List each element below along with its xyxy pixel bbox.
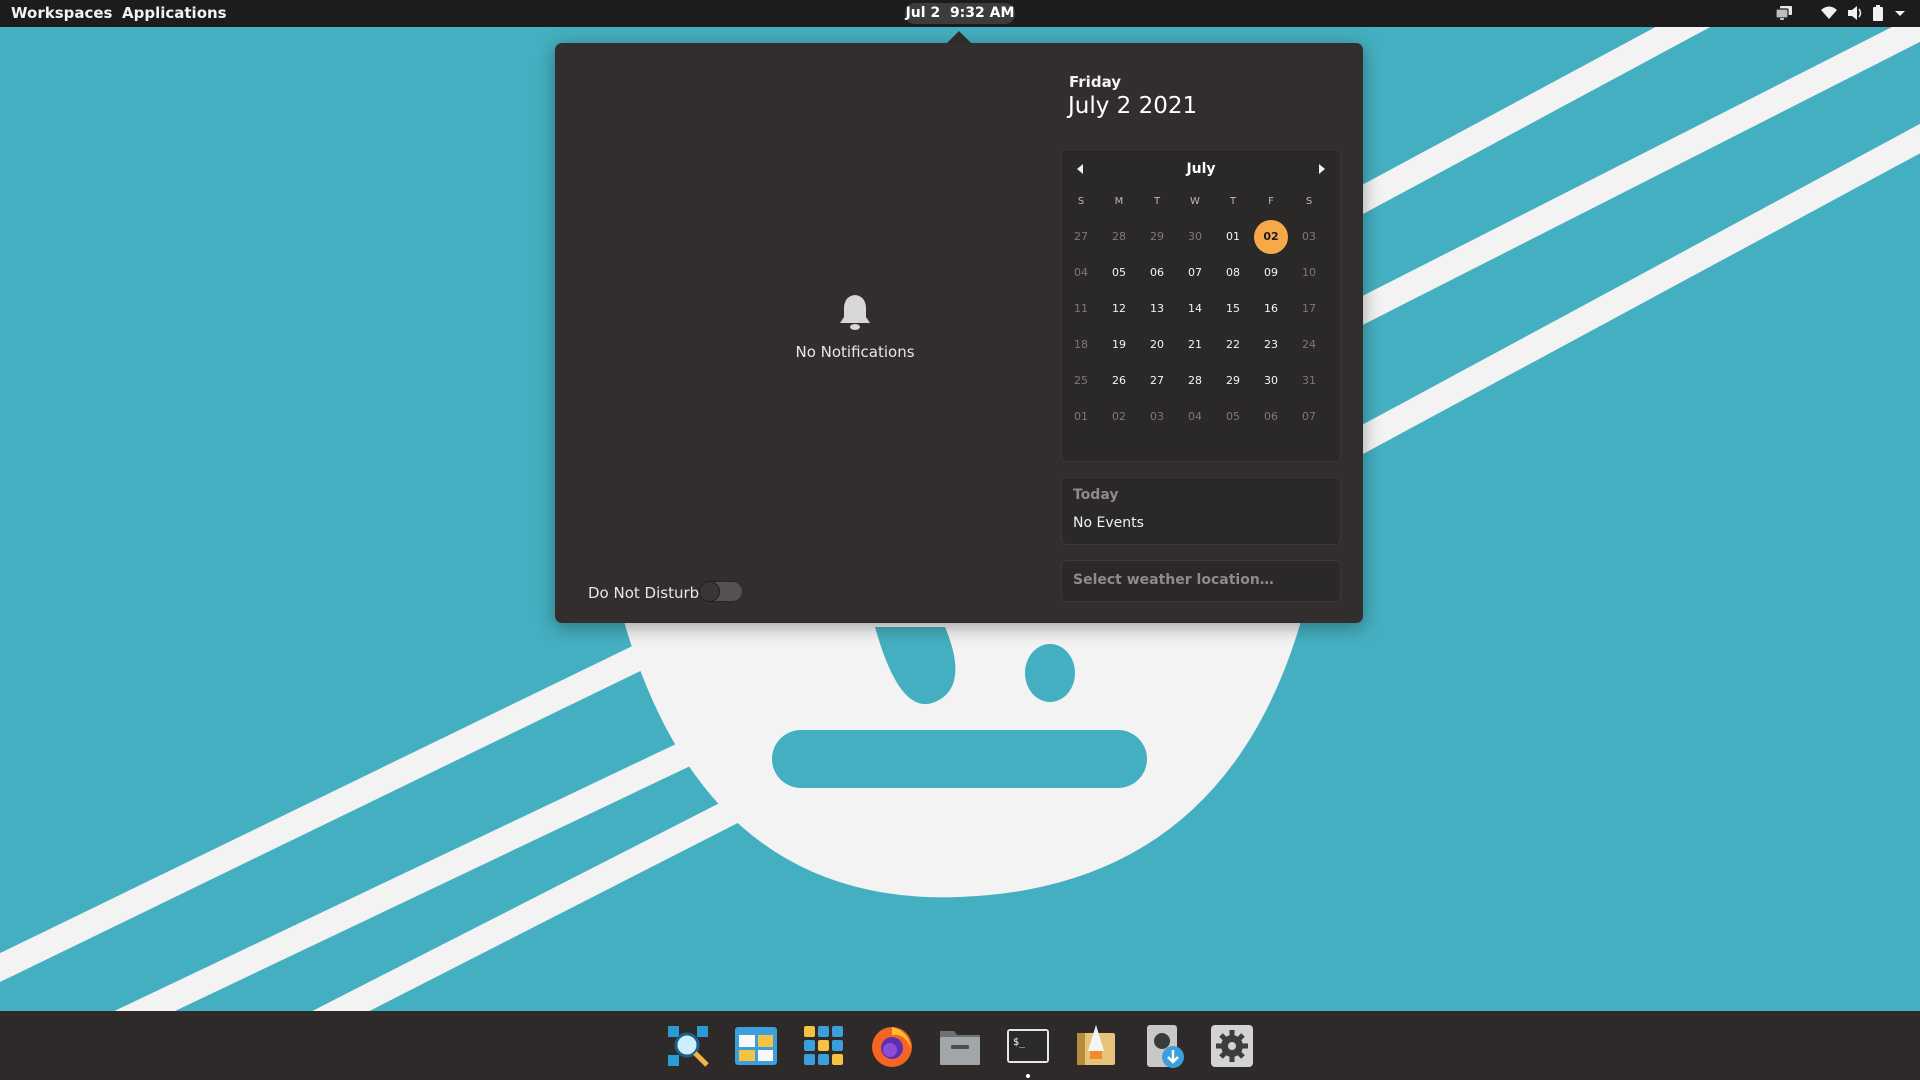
weather-location-button[interactable]: Select weather location… [1061, 560, 1341, 602]
calendar-day[interactable]: 22 [1216, 328, 1250, 362]
calendar-day[interactable]: 29 [1140, 220, 1174, 254]
applications-menu-button[interactable]: Applications [122, 4, 227, 22]
weekday-header: S [1305, 196, 1313, 207]
calendar-day[interactable]: 30 [1178, 220, 1212, 254]
running-indicator [1026, 1074, 1030, 1078]
calendar-day[interactable]: 02 [1102, 400, 1136, 434]
multitasking-view-icon[interactable] [733, 1023, 779, 1069]
date-full: July 2 2021 [1068, 93, 1198, 119]
installer-icon[interactable] [1141, 1023, 1187, 1069]
calendar-day-selected[interactable]: 02 [1254, 220, 1288, 254]
weekday-header: S [1077, 196, 1085, 207]
no-notifications-text: No Notifications [795, 343, 915, 361]
clock-date: Jul 2 [905, 5, 941, 21]
weekday-header: M [1114, 196, 1124, 207]
calendar-day[interactable]: 30 [1254, 364, 1288, 398]
calendar-day[interactable]: 23 [1254, 328, 1288, 362]
calendar-day[interactable]: 20 [1140, 328, 1174, 362]
weekday-header: T [1229, 196, 1237, 207]
workspaces-button[interactable]: Workspaces [11, 4, 112, 22]
do-not-disturb-switch[interactable] [699, 581, 743, 602]
applications-grid-icon[interactable] [801, 1023, 847, 1069]
bell-icon [840, 295, 870, 330]
firefox-icon[interactable] [869, 1023, 915, 1069]
weather-location-label: Select weather location… [1073, 572, 1274, 588]
calendar-day[interactable]: 07 [1292, 400, 1326, 434]
calendar-day[interactable]: 13 [1140, 292, 1174, 326]
no-events-text: No Events [1073, 515, 1144, 531]
calendar-day[interactable]: 21 [1178, 328, 1212, 362]
calendar-day[interactable]: 03 [1292, 220, 1326, 254]
calendar-day[interactable]: 07 [1178, 256, 1212, 290]
date-weekday: Friday [1069, 73, 1122, 91]
calendar-day[interactable]: 24 [1292, 328, 1326, 362]
calendar-day[interactable]: 15 [1216, 292, 1250, 326]
weekday-header: F [1268, 196, 1274, 207]
calendar-day[interactable]: 04 [1064, 256, 1098, 290]
dock: $_ [0, 1011, 1920, 1080]
calendar-day[interactable]: 10 [1292, 256, 1326, 290]
calendar-day[interactable]: 11 [1064, 292, 1098, 326]
calendar-day[interactable]: 01 [1064, 400, 1098, 434]
popover-pointer [947, 31, 971, 43]
calendar-day[interactable]: 06 [1140, 256, 1174, 290]
calendar-day[interactable]: 12 [1102, 292, 1136, 326]
code-editor-icon[interactable] [1073, 1023, 1119, 1069]
top-panel: Workspaces Applications Jul 2 9:32 AM [0, 0, 1920, 27]
calendar-day[interactable]: 14 [1178, 292, 1212, 326]
calendar-day[interactable]: 28 [1102, 220, 1136, 254]
calendar-day[interactable]: 01 [1216, 220, 1250, 254]
appcenter-search-icon[interactable] [665, 1023, 711, 1069]
next-month-icon[interactable] [1313, 161, 1329, 177]
volume-icon[interactable] [1847, 5, 1865, 21]
battery-icon[interactable] [1872, 5, 1884, 21]
clock-time: 9:32 AM [949, 5, 1015, 21]
calendar-day[interactable]: 03 [1140, 400, 1174, 434]
calendar-day[interactable]: 29 [1216, 364, 1250, 398]
calendar-day[interactable]: 05 [1102, 256, 1136, 290]
calendar-day[interactable]: 17 [1292, 292, 1326, 326]
system-settings-icon[interactable] [1209, 1023, 1255, 1069]
weekday-header: W [1190, 196, 1200, 207]
datetime-notifications-popover: No Notifications Do Not Disturb Friday J… [555, 43, 1363, 623]
calendar-day[interactable]: 04 [1178, 400, 1212, 434]
calendar-day[interactable]: 27 [1064, 220, 1098, 254]
calendar-day[interactable]: 26 [1102, 364, 1136, 398]
display-icon[interactable] [1775, 5, 1793, 21]
calendar-day[interactable]: 31 [1292, 364, 1326, 398]
calendar-day[interactable]: 28 [1178, 364, 1212, 398]
switch-knob [700, 582, 719, 601]
calendar-month-label: July [1186, 161, 1216, 177]
svg-text:$_: $_ [1013, 1037, 1026, 1048]
do-not-disturb-label: Do Not Disturb [588, 584, 700, 602]
calendar-day[interactable]: 19 [1102, 328, 1136, 362]
notifications-placeholder: No Notifications [715, 293, 995, 361]
calendar: July S M T W T F S 27 28 29 30 01 02 03 04 05 06 07 08 09 10… [1061, 149, 1341, 462]
calendar-day[interactable]: 25 [1064, 364, 1098, 398]
terminal-icon[interactable]: $_ [1005, 1023, 1051, 1069]
wifi-icon[interactable] [1820, 5, 1838, 21]
calendar-day[interactable]: 18 [1064, 328, 1098, 362]
calendar-day[interactable]: 09 [1254, 256, 1288, 290]
calendar-day[interactable]: 06 [1254, 400, 1288, 434]
clock-indicator[interactable]: Jul 2 9:32 AM [905, 3, 1015, 24]
files-icon[interactable] [937, 1023, 983, 1069]
calendar-day[interactable]: 27 [1140, 364, 1174, 398]
events-panel: Today No Events [1061, 477, 1341, 545]
weekday-header: T [1153, 196, 1161, 207]
calendar-day[interactable]: 16 [1254, 292, 1288, 326]
calendar-day[interactable]: 05 [1216, 400, 1250, 434]
chevron-down-icon[interactable] [1894, 5, 1906, 21]
calendar-day[interactable]: 08 [1216, 256, 1250, 290]
events-title: Today [1073, 487, 1119, 503]
